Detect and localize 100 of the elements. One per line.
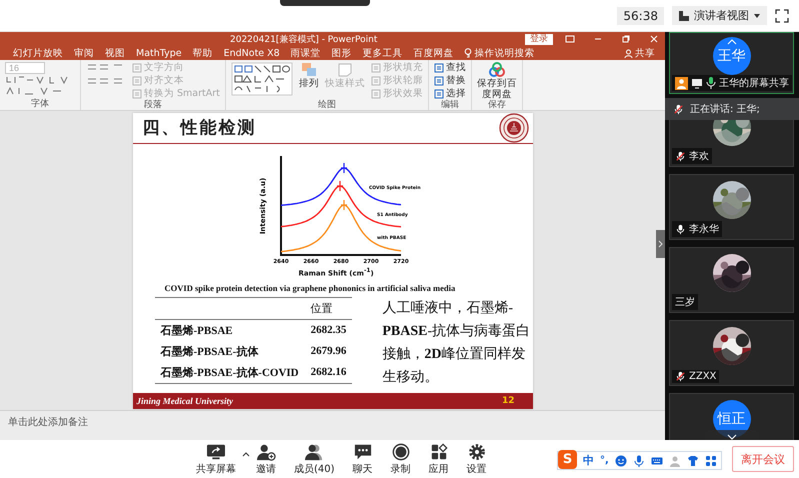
expand-handle[interactable]: [656, 230, 665, 258]
document-icon: [434, 76, 444, 86]
toolbar-button[interactable]: 共享屏幕: [196, 442, 236, 476]
layout-icon: [678, 10, 690, 22]
share-button[interactable]: 共享: [624, 46, 655, 60]
person-icon: [675, 76, 688, 90]
ribbon-tab[interactable]: EndNote X8: [222, 48, 281, 58]
toolbar-button[interactable]: 设置: [466, 442, 487, 476]
group-label: 编辑: [440, 100, 460, 111]
restore-icon[interactable]: [621, 34, 631, 44]
smiley-icon[interactable]: [614, 454, 627, 466]
slide-paragraph: 人工唾液中，石墨烯-PBASE-抗体与病毒蛋白接触，2D峰位置同样发生移动。: [382, 300, 532, 387]
caret-icon[interactable]: [242, 451, 250, 457]
screen-share-icon: [691, 78, 703, 88]
lightbulb-icon: [464, 48, 472, 58]
ribbon-tab[interactable]: 雨课堂: [290, 46, 322, 60]
document-icon: [132, 89, 142, 99]
video-tile[interactable]: 王华 王华的屏幕共享: [669, 32, 794, 94]
people-icon: [304, 442, 324, 460]
document-icon: [434, 63, 444, 73]
document-icon: [434, 89, 444, 99]
column-header: 位置: [304, 297, 352, 320]
settings-icon: [466, 442, 487, 460]
chevron-right-icon: [658, 240, 663, 248]
participant-name: 三岁: [675, 296, 695, 309]
record-icon: [390, 442, 411, 460]
ribbon-tab[interactable]: MathType: [135, 48, 183, 58]
toolbar-button[interactable]: 应用: [428, 442, 449, 476]
notes-field[interactable]: 单击此处添加备注: [0, 410, 665, 440]
video-tile[interactable]: 恒正: [669, 393, 794, 440]
document-icon: [370, 89, 381, 99]
ribbon-tab[interactable]: 幻灯片放映: [12, 46, 64, 60]
video-tile[interactable]: 三岁: [669, 247, 794, 313]
ribbon-tab[interactable]: 图形: [330, 46, 353, 60]
ribbon-button[interactable]: 保存到百度网盘: [476, 62, 517, 100]
table-cell: 石墨烯-PBSAE-抗体-COVID: [154, 362, 305, 384]
ribbon-tab[interactable]: 百度网盘: [412, 46, 455, 60]
tell-me-search[interactable]: 操作说明搜索: [464, 46, 535, 60]
keyboard-icon[interactable]: [650, 454, 663, 466]
video-tile[interactable]: ZZXX: [669, 320, 794, 386]
shapes-icon: [300, 62, 318, 78]
toolbar-button[interactable]: 聊天: [352, 442, 373, 476]
shirt-icon[interactable]: [686, 454, 699, 466]
participant-name: 李欢: [689, 150, 709, 163]
ribbon-tab[interactable]: 审阅: [73, 46, 95, 60]
video-tile[interactable]: 李永华: [669, 174, 794, 240]
fullscreen-icon[interactable]: [775, 8, 789, 22]
ribbon-tab[interactable]: 视图: [104, 46, 126, 60]
share-screen-icon: [206, 442, 226, 460]
input-method-logo[interactable]: S: [558, 450, 577, 469]
document-icon: [370, 76, 381, 86]
participant-name: 李永华: [689, 222, 719, 236]
mic-icon: [706, 77, 716, 89]
ribbon-button[interactable]: 排列: [298, 62, 319, 89]
view-dropdown[interactable]: 演讲者视图: [672, 6, 767, 25]
page-number: 12: [502, 396, 514, 406]
leave-meeting-button[interactable]: 离开会议: [732, 446, 794, 472]
participant-name: 王华的屏幕共享: [719, 76, 789, 90]
ribbon-tab[interactable]: 更多工具: [362, 46, 404, 60]
shapes-gallery-icon[interactable]: [230, 62, 293, 96]
document-icon: [370, 63, 381, 73]
ribbon-button[interactable]: 替换: [434, 75, 466, 87]
participant-name: ZZXX: [689, 371, 716, 382]
add-person-icon: [256, 442, 276, 460]
ribbon-display-icon[interactable]: [565, 34, 575, 44]
toolbar-button[interactable]: 成员(40): [294, 442, 335, 476]
chevron-up-icon[interactable]: [726, 39, 736, 45]
table-cell-text: 2679.96: [310, 344, 348, 360]
document-icon: [132, 76, 142, 86]
window-title: 20220421[兼容模式] - PowerPoint: [230, 34, 378, 46]
person-icon: [624, 48, 633, 58]
toolbar-button[interactable]: 邀请: [256, 442, 276, 476]
group-label: 绘图: [316, 100, 337, 111]
table-cell: 石墨烯-PBSAE: [154, 319, 305, 341]
rings-icon: [488, 62, 506, 78]
ribbon-tab[interactable]: 帮助: [192, 46, 214, 60]
figure-caption: COVID spike protein detection via graphene phononics in artificial saliva media: [164, 282, 456, 293]
footer-text: Jining Medical University: [136, 396, 233, 406]
meeting-timer: 56:38: [617, 6, 664, 24]
login-button[interactable]: 登录: [525, 34, 553, 44]
mic-icon[interactable]: [632, 454, 645, 466]
caret-icon: [753, 12, 761, 18]
group-label: 保存: [486, 100, 507, 111]
speaking-text: 正在讲话: 王华;: [690, 102, 760, 116]
ribbon-button[interactable]: 选择: [434, 88, 466, 100]
table-cell: 2682.16: [304, 362, 352, 384]
group-label: 字体: [30, 99, 50, 110]
input-mode-toggle[interactable]: 中: [583, 453, 594, 468]
chat-icon: [352, 442, 373, 460]
close-icon[interactable]: [649, 34, 659, 44]
group-label: 段落: [142, 100, 163, 111]
punctuation-toggle[interactable]: °,: [600, 455, 609, 466]
document-icon: [132, 63, 142, 73]
ribbon-button[interactable]: 查找: [434, 62, 466, 74]
toolbar-button[interactable]: 录制: [390, 442, 411, 476]
grid-icon[interactable]: [704, 454, 717, 466]
muted-mic-icon: [673, 104, 684, 114]
avatar: 王华: [712, 37, 750, 75]
table-cell: 2682.35: [304, 319, 352, 341]
slide-title: 四、性能检测: [142, 117, 256, 139]
